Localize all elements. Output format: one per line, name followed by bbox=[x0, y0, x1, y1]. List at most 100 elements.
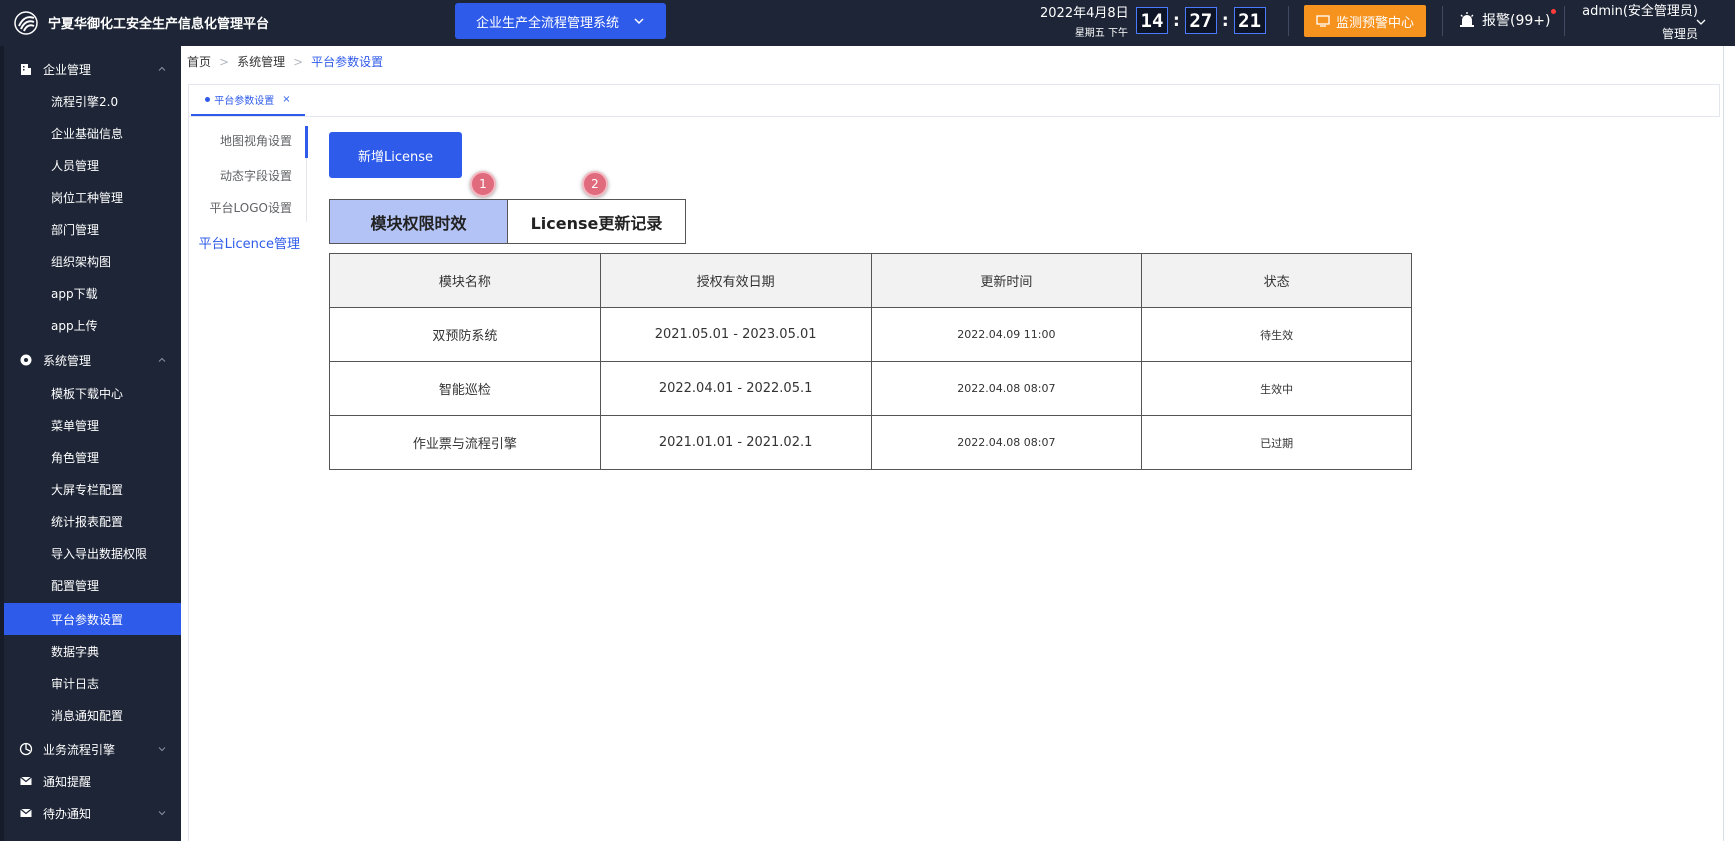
table-cell-validity: 2021.01.01 - 2021.02.1 bbox=[599, 415, 872, 470]
monitor-center-label: 监测预警中心 bbox=[1335, 15, 1414, 31]
sidebar-group-system[interactable]: 系统管理 bbox=[4, 344, 181, 376]
license-table: 模块名称 授权有效日期 更新时间 状态 双预防系统 2021.05.01 - 2… bbox=[329, 253, 1412, 470]
clock-separator: : bbox=[1173, 10, 1180, 31]
divider bbox=[1288, 6, 1289, 36]
sidebar-item[interactable]: 人员管理 bbox=[4, 149, 181, 181]
clock-seconds: 21 bbox=[1233, 7, 1266, 34]
add-license-button[interactable]: 新增License bbox=[329, 132, 462, 178]
monitor-center-button[interactable]: 监测预警中心 bbox=[1304, 5, 1426, 37]
divider bbox=[1442, 6, 1443, 36]
breadcrumb-system[interactable]: 系统管理 bbox=[237, 53, 285, 70]
sidebar-group-todo[interactable]: 待办通知 bbox=[4, 797, 181, 829]
date-text: 2022年4月8日 bbox=[1040, 6, 1129, 21]
breadcrumb-current: 平台参数设置 bbox=[311, 55, 384, 69]
sidebar-item[interactable]: 菜单管理 bbox=[4, 409, 181, 441]
sidebar-item[interactable]: 流程引擎2.0 bbox=[4, 85, 181, 117]
tab-module-validity[interactable]: 模块权限时效 bbox=[329, 199, 508, 244]
clock-minutes: 27 bbox=[1184, 7, 1217, 34]
system-select-label: 企业生产全流程管理系统 bbox=[475, 15, 619, 31]
table-cell-status: 生效中 bbox=[1141, 361, 1412, 416]
sidebar-group-enterprise[interactable]: 企业管理 bbox=[4, 53, 181, 85]
sidebar-item[interactable]: 部门管理 bbox=[4, 213, 181, 245]
mail-icon bbox=[20, 808, 32, 817]
step-badge: 2 bbox=[582, 171, 608, 197]
submenu-licence[interactable]: 平台Licence管理 bbox=[190, 233, 300, 252]
sidebar-group-label: 系统管理 bbox=[43, 353, 92, 368]
sidebar-item[interactable]: app下载 bbox=[4, 277, 181, 309]
step-badge: 1 bbox=[470, 171, 496, 197]
user-role: 管理员 bbox=[1661, 27, 1698, 41]
sidebar-item[interactable]: 模板下载中心 bbox=[4, 377, 181, 409]
flow-icon bbox=[19, 742, 33, 756]
chevron-down-icon[interactable] bbox=[1695, 16, 1707, 28]
sidebar-item[interactable]: 大屏专栏配置 bbox=[4, 473, 181, 505]
table-cell-module: 智能巡检 bbox=[329, 361, 601, 416]
content-right-edge bbox=[1723, 46, 1735, 841]
top-bar: 宁夏华御化工安全生产信息化管理平台 企业生产全流程管理系统 2022年4月8日 … bbox=[0, 0, 1735, 46]
chevron-down-icon bbox=[634, 18, 644, 25]
chevron-down-icon bbox=[158, 811, 166, 816]
column-header: 更新时间 bbox=[870, 253, 1143, 308]
sidebar-item[interactable]: app上传 bbox=[4, 309, 181, 341]
column-header: 状态 bbox=[1141, 253, 1412, 308]
date-display: 2022年4月8日 星期五 下午 bbox=[1040, 2, 1129, 39]
table-row: 智能巡检 2022.04.01 - 2022.05.1 2022.04.08 0… bbox=[329, 361, 1412, 416]
table-cell-module: 双预防系统 bbox=[329, 307, 601, 362]
submenu-dynamic-fields[interactable]: 动态字段设置 bbox=[182, 167, 292, 184]
column-header: 授权有效日期 bbox=[599, 253, 872, 308]
logo-icon bbox=[14, 11, 38, 35]
close-icon[interactable]: × bbox=[282, 94, 290, 105]
table-header-row: 模块名称 授权有效日期 更新时间 状态 bbox=[329, 253, 1412, 308]
alarm-label: 报警(99+) bbox=[1482, 13, 1551, 29]
table-cell-updated: 2022.04.08 08:07 bbox=[870, 415, 1143, 470]
submenu-map-view[interactable]: 地图视角设置 bbox=[182, 132, 292, 149]
sidebar-item[interactable]: 岗位工种管理 bbox=[4, 181, 181, 213]
app-title: 宁夏华御化工安全生产信息化管理平台 bbox=[48, 17, 270, 32]
sidebar-item[interactable]: 企业基础信息 bbox=[4, 117, 181, 149]
chevron-up-icon bbox=[158, 66, 166, 71]
weekday-text: 星期五 下午 bbox=[1074, 28, 1128, 39]
chevron-up-icon bbox=[158, 357, 166, 362]
tab-license-history[interactable]: License更新记录 bbox=[507, 199, 686, 244]
sidebar-item[interactable]: 组织架构图 bbox=[4, 245, 181, 277]
breadcrumb-home[interactable]: 首页 bbox=[187, 53, 211, 70]
sidebar-item[interactable]: 统计报表配置 bbox=[4, 505, 181, 537]
monitor-icon bbox=[1316, 15, 1330, 27]
user-name: admin(安全管理员) bbox=[1582, 4, 1698, 19]
sidebar-group-label: 业务流程引擎 bbox=[43, 742, 116, 757]
sidebar-item-active[interactable]: 平台参数设置 bbox=[4, 603, 181, 635]
sidebar-group-workflow[interactable]: 业务流程引擎 bbox=[4, 733, 181, 765]
page-tabs: 平台参数设置 × bbox=[188, 84, 1720, 117]
table-cell-validity: 2022.04.01 - 2022.05.1 bbox=[599, 361, 872, 416]
sidebar-item[interactable]: 配置管理 bbox=[4, 569, 181, 601]
clock: 14 : 27 : 21 bbox=[1136, 7, 1266, 34]
table-cell-validity: 2021.05.01 - 2023.05.01 bbox=[599, 307, 872, 362]
table-row: 作业票与流程引擎 2021.01.01 - 2021.02.1 2022.04.… bbox=[329, 415, 1412, 470]
breadcrumb: 首页 > 系统管理 > 平台参数设置 bbox=[187, 53, 383, 70]
user-menu[interactable]: admin(安全管理员) 管理员 bbox=[1578, 0, 1698, 42]
building-icon bbox=[21, 64, 31, 75]
sidebar-item[interactable]: 数据字典 bbox=[4, 635, 181, 667]
table-row: 双预防系统 2021.05.01 - 2023.05.01 2022.04.09… bbox=[329, 307, 1412, 362]
sidebar-item[interactable]: 消息通知配置 bbox=[4, 699, 181, 731]
sidebar-group-label: 通知提醒 bbox=[43, 774, 92, 789]
gear-icon bbox=[20, 354, 32, 366]
clock-separator: : bbox=[1221, 10, 1229, 31]
table-cell-updated: 2022.04.08 08:07 bbox=[870, 361, 1143, 416]
system-select[interactable]: 企业生产全流程管理系统 bbox=[455, 3, 666, 39]
sidebar-item[interactable]: 审计日志 bbox=[4, 667, 181, 699]
sidebar-group-notice[interactable]: 通知提醒 bbox=[4, 765, 181, 797]
submenu-logo[interactable]: 平台LOGO设置 bbox=[182, 199, 292, 216]
chevron-down-icon bbox=[158, 747, 166, 752]
table-cell-updated: 2022.04.09 11:00 bbox=[870, 307, 1143, 362]
sidebar-item[interactable]: 导入导出数据权限 bbox=[4, 537, 181, 569]
table-cell-status: 待生效 bbox=[1141, 307, 1412, 362]
tab-label: 平台参数设置 bbox=[214, 96, 275, 107]
clock-hours: 14 bbox=[1136, 7, 1168, 34]
tab-platform-params[interactable]: 平台参数设置 × bbox=[191, 85, 305, 116]
submenu-indicator bbox=[305, 126, 308, 158]
sidebar-item[interactable]: 角色管理 bbox=[4, 441, 181, 473]
sidebar-group-label: 企业管理 bbox=[43, 62, 92, 77]
alarm-button[interactable]: 报警(99+) bbox=[1458, 9, 1557, 30]
mail-icon bbox=[20, 776, 32, 785]
